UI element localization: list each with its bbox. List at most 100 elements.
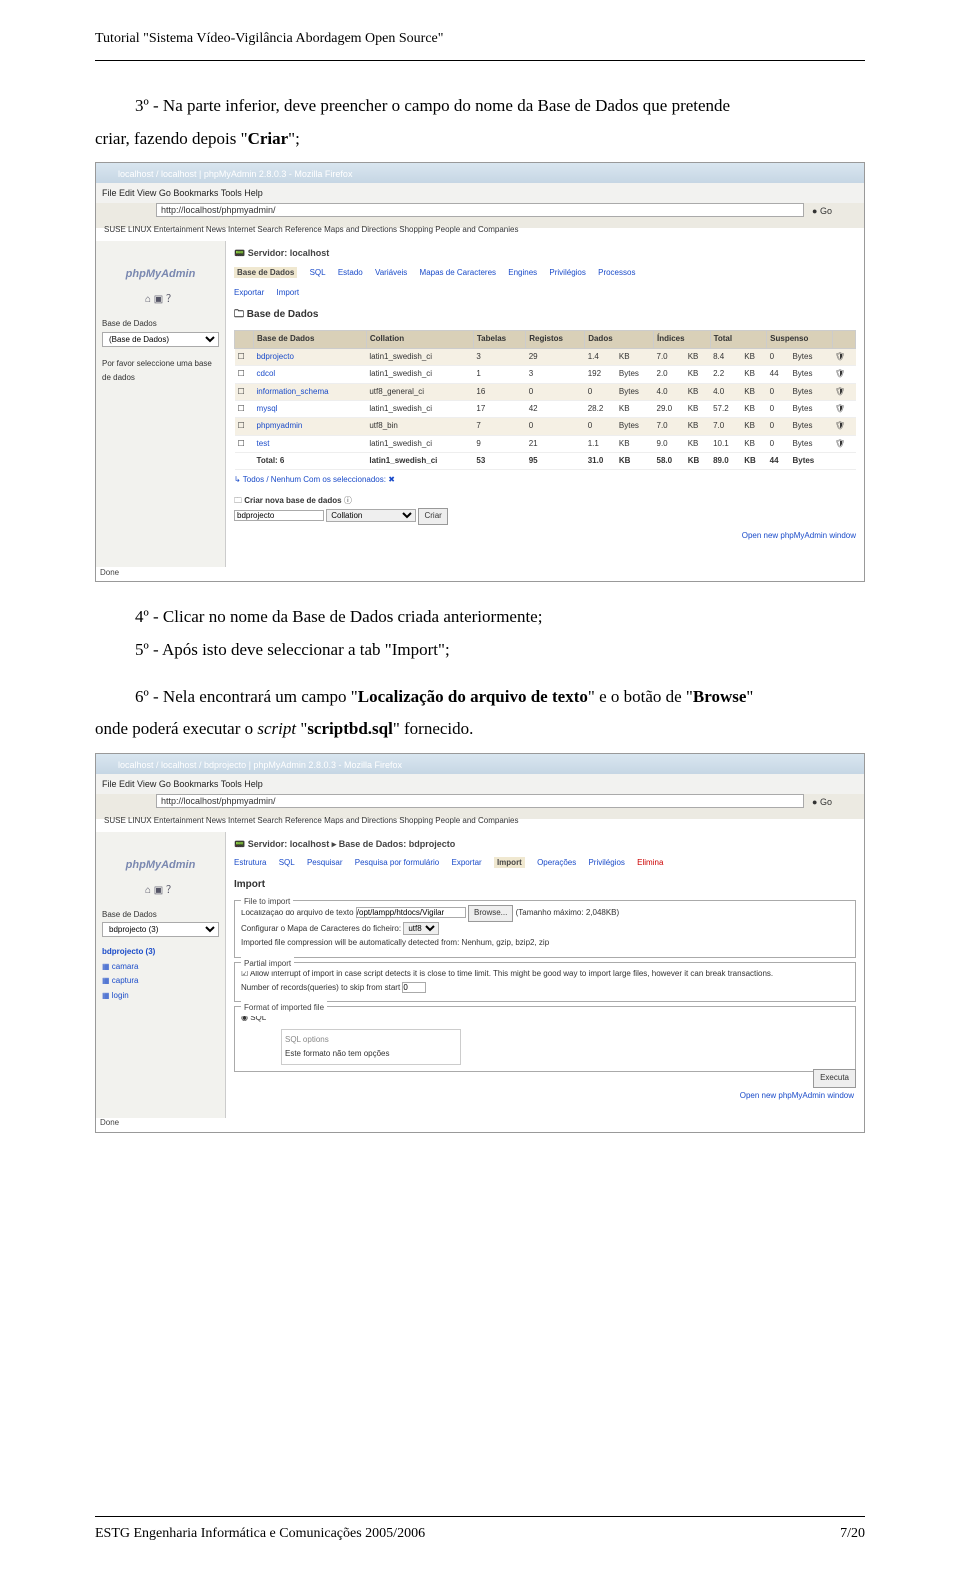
text: "; bbox=[288, 129, 300, 148]
tab[interactable]: Estado bbox=[338, 268, 363, 277]
table-link[interactable]: ▦ login bbox=[102, 989, 219, 1003]
db-table: Base de DadosCollationTabelasRegistosDad… bbox=[234, 330, 856, 470]
url-bar[interactable]: http://localhost/phpmyadmin/ bbox=[156, 794, 804, 808]
menubar[interactable]: File Edit View Go Bookmarks Tools Help bbox=[102, 776, 263, 792]
paragraph-3: 5º - Após isto deve seleccionar a tab "I… bbox=[95, 635, 865, 666]
collation-select[interactable]: Collation bbox=[326, 509, 416, 522]
tab[interactable]: Operações bbox=[537, 858, 576, 867]
legend: Format of imported file bbox=[241, 1001, 327, 1015]
tab[interactable]: Privilégios bbox=[549, 268, 585, 277]
tab[interactable]: Privilégios bbox=[588, 858, 624, 867]
charset-select[interactable]: utf8 bbox=[403, 922, 439, 935]
section-heading: 🗀 Base de Dados bbox=[234, 306, 856, 324]
tab[interactable]: Mapas de Caracteres bbox=[420, 268, 496, 277]
table-row[interactable]: ☐cdcollatin1_swedish_ci13192Bytes2.0KB2.… bbox=[235, 366, 856, 383]
tab[interactable]: Estrutura bbox=[234, 858, 266, 867]
url-bar[interactable]: http://localhost/phpmyadmin/ bbox=[156, 203, 804, 217]
go-button[interactable]: ● Go bbox=[812, 794, 832, 810]
table-row[interactable]: ☐testlatin1_swedish_ci9211.1KB9.0KB10.1K… bbox=[235, 435, 856, 452]
tab[interactable]: Elimina bbox=[637, 858, 663, 867]
file-path-input[interactable] bbox=[356, 907, 466, 918]
window-title: localhost / localhost | phpMyAdmin 2.8.0… bbox=[118, 166, 352, 182]
partial-import-group: Partial import ☑ Allow interrupt of impo… bbox=[234, 962, 856, 1003]
sidebar-help: Por favor seleccione uma base de dados bbox=[102, 357, 219, 386]
bookmark-links[interactable]: SUSE LINUX Entertainment News Internet S… bbox=[104, 814, 518, 828]
table-header: Base de DadosCollationTabelasRegistosDad… bbox=[235, 331, 856, 348]
tab[interactable]: Engines bbox=[508, 268, 537, 277]
table-row[interactable]: ☐information_schemautf8_general_ci1600By… bbox=[235, 383, 856, 400]
menubar[interactable]: File Edit View Go Bookmarks Tools Help bbox=[102, 185, 263, 201]
execute-button[interactable]: Executa bbox=[813, 1069, 856, 1087]
footer-left: ESTG Engenharia Informática e Comunicaçõ… bbox=[95, 1521, 425, 1546]
tab[interactable]: Exportar bbox=[451, 858, 481, 867]
table-row[interactable]: ☐phpmyadminutf8_bin700Bytes7.0KB7.0KB0By… bbox=[235, 418, 856, 435]
paragraph-2: 4º - Clicar no nome da Base de Dados cri… bbox=[95, 602, 865, 633]
select-all[interactable]: ↳ Todos / Nenhum Com os seleccionados: ✖ bbox=[234, 473, 856, 487]
bookmark-links[interactable]: SUSE LINUX Entertainment News Internet S… bbox=[104, 223, 518, 237]
text: criar, fazendo depois " bbox=[95, 129, 248, 148]
page-footer: ESTG Engenharia Informática e Comunicaçõ… bbox=[95, 1516, 865, 1546]
browse-button[interactable]: Browse... bbox=[468, 905, 513, 921]
page-header: Tutorial "Sistema Vídeo-Vigilância Abord… bbox=[95, 30, 865, 48]
pma-sidebar: phpMyAdmin ⌂ ▣ ？ Base de Dados bdproject… bbox=[96, 832, 226, 1118]
tabs-row2[interactable]: Exportar Import bbox=[234, 286, 856, 300]
tab[interactable]: Import bbox=[276, 288, 299, 297]
sidebar-icons[interactable]: ⌂ ▣ ？ bbox=[102, 882, 219, 900]
tab[interactable]: Processos bbox=[598, 268, 635, 277]
format-group: Format of imported file ◉ SQL SQL option… bbox=[234, 1006, 856, 1072]
tab[interactable]: Import bbox=[494, 857, 525, 868]
skip-input[interactable] bbox=[402, 982, 426, 993]
paragraph-1: 3º - Na parte inferior, deve preencher o… bbox=[95, 91, 865, 122]
text: 3º - Na parte inferior, deve preencher o… bbox=[135, 96, 730, 115]
sidebar-db-label: Base de Dados bbox=[102, 317, 219, 331]
create-button[interactable]: Criar bbox=[418, 508, 447, 524]
pma-main: 📟 Servidor: localhost Base de Dados SQL … bbox=[226, 241, 864, 567]
legend: File to import bbox=[241, 895, 293, 909]
allow-interrupt[interactable]: Allow interrupt of import in case script… bbox=[250, 969, 773, 978]
max-size: (Tamanho máximo: 2,048KB) bbox=[516, 908, 620, 917]
sql-options-label: SQL options bbox=[285, 1035, 329, 1044]
bold: Criar bbox=[248, 129, 289, 148]
open-window-link[interactable]: Open new phpMyAdmin window bbox=[234, 529, 856, 543]
tab[interactable]: Variáveis bbox=[375, 268, 407, 277]
db-name[interactable]: bdprojecto (3) bbox=[102, 945, 219, 959]
table-row[interactable]: ☐mysqllatin1_swedish_ci174228.2KB29.0KB5… bbox=[235, 400, 856, 417]
create-db-input[interactable] bbox=[234, 510, 324, 521]
table-link[interactable]: ▦ camara bbox=[102, 960, 219, 974]
header-rule bbox=[95, 60, 865, 61]
status-bar: Done bbox=[100, 566, 119, 580]
tab[interactable]: SQL bbox=[310, 268, 326, 277]
tab[interactable]: Pesquisa por formulário bbox=[355, 858, 439, 867]
tab[interactable]: SQL bbox=[279, 858, 295, 867]
file-to-import-group: File to import Localização do arquivo de… bbox=[234, 900, 856, 957]
tab[interactable]: Exportar bbox=[234, 288, 264, 297]
create-db: 🗀 Criar nova base de dados ⓘ Collation C… bbox=[234, 494, 856, 525]
go-button[interactable]: ● Go bbox=[812, 203, 832, 219]
table-row[interactable]: ☐bdprojectolatin1_swedish_ci3291.4KB7.0K… bbox=[235, 348, 856, 365]
tabs-row[interactable]: Base de Dados SQL Estado Variáveis Mapas… bbox=[234, 266, 856, 280]
table-total: Total: 6latin1_swedish_ci539531.0KB58.0K… bbox=[235, 453, 856, 470]
screenshot-2: localhost / localhost / bdprojecto | php… bbox=[95, 753, 865, 1133]
db-tree[interactable]: bdprojecto (3) ▦ camara ▦ captura ▦ logi… bbox=[102, 945, 219, 1003]
open-window-link[interactable]: Open new phpMyAdmin window bbox=[740, 1089, 854, 1103]
tab[interactable]: Pesquisar bbox=[307, 858, 343, 867]
paragraph-4: 6º - Nela encontrará um campo "Localizaç… bbox=[95, 682, 865, 713]
table-link[interactable]: ▦ captura bbox=[102, 974, 219, 988]
pma-logo: phpMyAdmin bbox=[102, 856, 219, 876]
breadcrumb: 📟 Servidor: localhost ▸ Base de Dados: b… bbox=[234, 836, 856, 852]
no-options: Este formato não tem opções bbox=[285, 1049, 390, 1058]
footer-page: 7/20 bbox=[840, 1521, 865, 1546]
window-title: localhost / localhost / bdprojecto | php… bbox=[118, 757, 402, 773]
pma-main: 📟 Servidor: localhost ▸ Base de Dados: b… bbox=[226, 832, 864, 1118]
import-heading: Import bbox=[234, 876, 856, 894]
paragraph-1b: criar, fazendo depois "Criar"; bbox=[95, 124, 865, 155]
status-bar: Done bbox=[100, 1116, 119, 1130]
sidebar-db-label: Base de Dados bbox=[102, 908, 219, 922]
tabs-row[interactable]: Estrutura SQL Pesquisar Pesquisa por for… bbox=[234, 856, 856, 870]
tab[interactable]: Base de Dados bbox=[234, 267, 297, 278]
db-select[interactable]: bdprojecto (3) bbox=[102, 922, 219, 937]
pma-sidebar: phpMyAdmin ⌂ ▣ ？ Base de Dados (Base de … bbox=[96, 241, 226, 567]
db-select[interactable]: (Base de Dados) bbox=[102, 332, 219, 347]
pma-logo: phpMyAdmin bbox=[102, 265, 219, 285]
sidebar-icons[interactable]: ⌂ ▣ ？ bbox=[102, 291, 219, 309]
